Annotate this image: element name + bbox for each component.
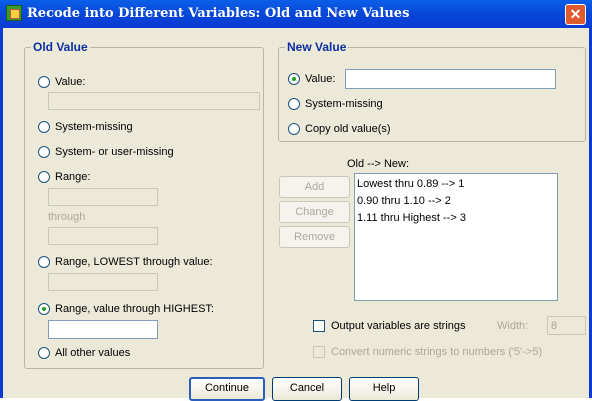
dialog-window: Recode into Different Variables: Old and…	[0, 0, 592, 401]
list-item[interactable]: 0.90 thru 1.10 --> 2	[357, 193, 555, 210]
checkbox-icon	[313, 320, 325, 332]
new-system-missing-label: System-missing	[305, 98, 383, 110]
new-copy-old-radio[interactable]: Copy old value(s)	[288, 123, 391, 135]
new-value-input[interactable]	[345, 69, 556, 89]
old-range-label: Range:	[55, 171, 91, 183]
old-range-radio[interactable]: Range:	[38, 171, 90, 183]
list-item[interactable]: Lowest thru 0.89 --> 1	[357, 176, 555, 193]
radio-icon	[38, 347, 50, 359]
radio-icon	[38, 121, 50, 133]
new-value-legend: New Value	[285, 40, 349, 54]
new-system-missing-radio[interactable]: System-missing	[288, 98, 383, 110]
title-bar[interactable]: Recode into Different Variables: Old and…	[0, 0, 592, 28]
window-title: Recode into Different Variables: Old and…	[27, 6, 410, 21]
checkbox-icon	[313, 346, 325, 358]
new-value-input-field[interactable]	[346, 70, 555, 88]
radio-icon	[38, 171, 50, 183]
old-system-user-missing-label: System- or user-missing	[55, 146, 174, 158]
radio-icon	[38, 76, 50, 88]
old-range-highest-label: Range, value through HIGHEST:	[55, 303, 214, 315]
width-label: Width:	[497, 320, 529, 332]
range-from-input[interactable]	[48, 188, 158, 206]
through-label: through	[48, 211, 86, 223]
old-system-missing-label: System-missing	[55, 121, 133, 133]
add-button[interactable]: Add	[279, 176, 350, 198]
width-input[interactable]	[547, 316, 586, 335]
change-button[interactable]: Change	[279, 201, 350, 223]
range-lowest-input[interactable]	[48, 273, 158, 291]
old-range-highest-radio[interactable]: Range, value through HIGHEST:	[38, 303, 214, 315]
radio-icon	[38, 146, 50, 158]
old-all-other-radio[interactable]: All other values	[38, 347, 130, 359]
old-range-lowest-label: Range, LOWEST through value:	[55, 256, 213, 268]
radio-icon	[288, 123, 300, 135]
radio-icon	[288, 98, 300, 110]
help-button[interactable]: Help	[349, 377, 419, 401]
new-copy-old-label: Copy old value(s)	[305, 123, 391, 135]
radio-icon	[38, 256, 50, 268]
output-strings-checkbox[interactable]: Output variables are strings	[313, 320, 466, 332]
cancel-button[interactable]: Cancel	[272, 377, 342, 401]
close-button[interactable]: ✕	[565, 4, 586, 25]
mapping-list[interactable]: Lowest thru 0.89 --> 1 0.90 thru 1.10 --…	[354, 173, 558, 301]
convert-numeric-checkbox[interactable]: Convert numeric strings to numbers ('5'-…	[313, 346, 542, 358]
old-value-label: Value:	[55, 76, 86, 88]
range-lowest-input-field[interactable]	[49, 274, 157, 290]
mapping-label: Old --> New:	[347, 158, 410, 170]
old-all-other-label: All other values	[55, 347, 131, 359]
convert-numeric-label: Convert numeric strings to numbers ('5'-…	[331, 346, 543, 358]
output-strings-label: Output variables are strings	[331, 320, 466, 332]
new-value-label: Value:	[305, 73, 336, 85]
old-value-input[interactable]	[48, 92, 260, 110]
width-input-field[interactable]	[548, 317, 585, 334]
old-value-input-field[interactable]	[49, 93, 259, 109]
list-item[interactable]: 1.11 thru Highest --> 3	[357, 210, 555, 227]
spss-app-icon	[6, 5, 22, 21]
new-value-radio[interactable]: Value:	[288, 73, 335, 85]
range-to-input-field[interactable]	[49, 228, 157, 244]
radio-icon	[38, 303, 50, 315]
range-from-input-field[interactable]	[49, 189, 157, 205]
continue-button[interactable]: Continue	[189, 377, 265, 401]
remove-button[interactable]: Remove	[279, 226, 350, 248]
radio-icon	[288, 73, 300, 85]
old-range-lowest-radio[interactable]: Range, LOWEST through value:	[38, 256, 213, 268]
range-highest-input[interactable]	[48, 320, 158, 339]
old-value-radio[interactable]: Value:	[38, 76, 85, 88]
old-system-missing-radio[interactable]: System-missing	[38, 121, 133, 133]
old-system-user-missing-radio[interactable]: System- or user-missing	[38, 146, 174, 158]
old-value-legend: Old Value	[31, 40, 90, 54]
range-highest-input-field[interactable]	[49, 321, 157, 338]
range-to-input[interactable]	[48, 227, 158, 245]
